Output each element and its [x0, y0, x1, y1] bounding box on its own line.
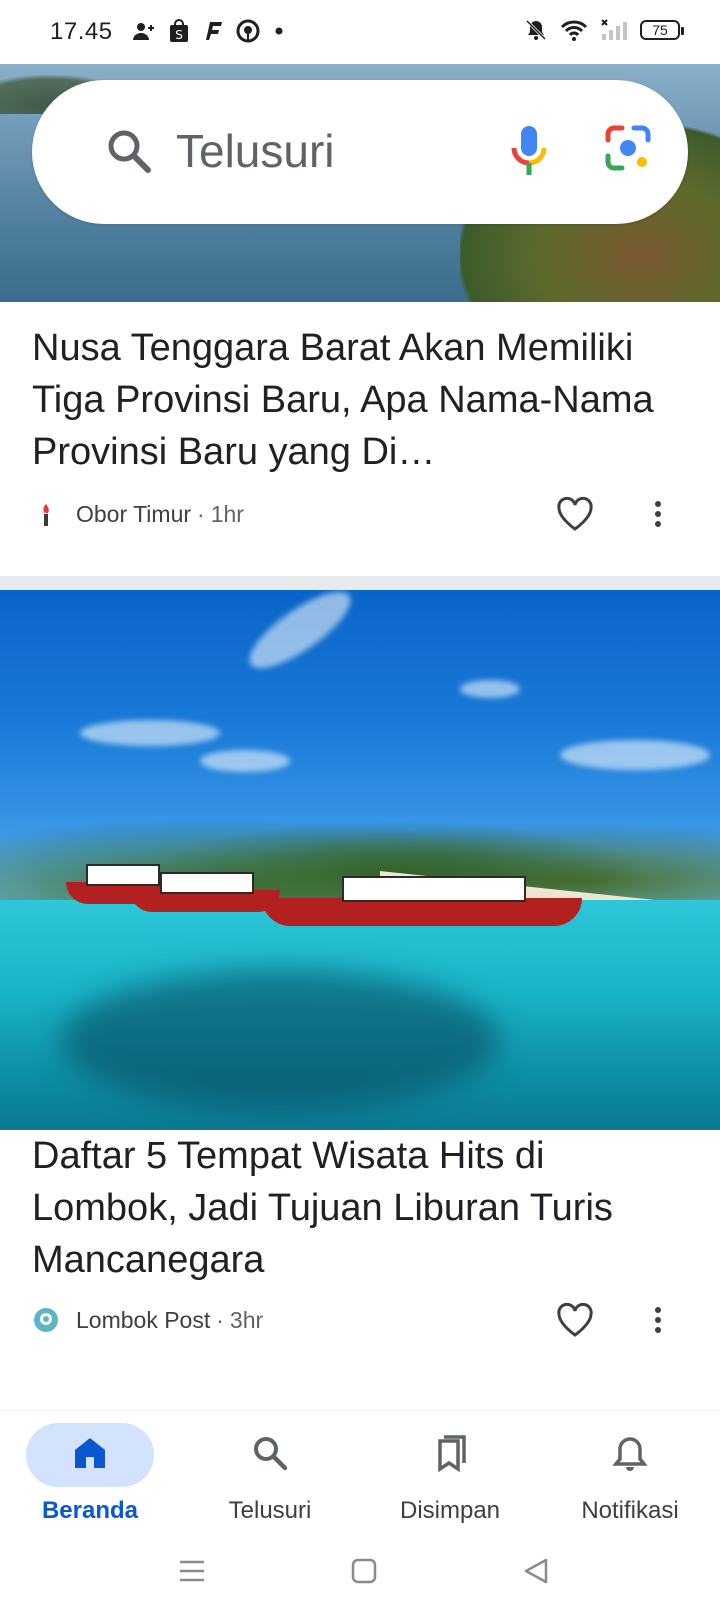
nav-notifikasi[interactable]: Notifikasi: [540, 1411, 720, 1537]
article-2-meta: Lombok Post · 3hr: [32, 1300, 692, 1340]
system-navigation-bar: [0, 1536, 720, 1612]
f-app-icon: [206, 22, 222, 40]
cloud: [460, 680, 520, 698]
nav-telusuri[interactable]: Telusuri: [180, 1411, 360, 1537]
battery-icon: 75: [640, 20, 684, 40]
nav-beranda[interactable]: Beranda: [0, 1411, 180, 1537]
boat: [262, 876, 582, 926]
card-divider: [0, 576, 720, 590]
menu-icon[interactable]: [178, 1556, 206, 1591]
cloud: [239, 590, 361, 681]
article-2-separator: ·: [216, 1306, 224, 1333]
svg-text:S: S: [175, 28, 183, 42]
cloud: [200, 750, 290, 772]
search-placeholder[interactable]: Telusuri: [176, 124, 335, 178]
home-icon: [72, 1435, 108, 1476]
search-bar[interactable]: Telusuri: [32, 80, 688, 224]
cloud: [560, 740, 710, 770]
nav-notifikasi-label: Notifikasi: [581, 1497, 679, 1524]
pinterest-icon: [236, 19, 260, 43]
wifi-icon: [560, 20, 588, 41]
article-1-time: 1hr: [210, 500, 244, 527]
signal-icon: [601, 19, 627, 40]
more-options-icon[interactable]: [652, 1304, 664, 1341]
hero-2-reef-shadow: [60, 970, 500, 1110]
article-2-source[interactable]: Lombok Post: [76, 1307, 210, 1334]
search-icon: [106, 128, 152, 179]
article-1-separator: ·: [197, 500, 205, 527]
more-options-icon[interactable]: [652, 498, 664, 535]
article-2-image[interactable]: [0, 590, 720, 1130]
shopee-icon: S: [170, 19, 188, 42]
article-2-time: 3hr: [229, 1306, 264, 1333]
nav-disimpan[interactable]: Disimpan: [360, 1411, 540, 1537]
lombok-post-logo: [34, 1308, 58, 1332]
nav-telusuri-label: Telusuri: [228, 1497, 312, 1524]
dot-icon: [275, 27, 283, 35]
lens-icon[interactable]: [604, 124, 652, 177]
status-time: 17.45: [50, 18, 113, 45]
boat: [130, 872, 280, 912]
bell-icon: [612, 1435, 648, 1478]
bottom-navigation: Beranda Telusuri Disimpan Notifikasi: [0, 1410, 720, 1537]
nav-beranda-label: Beranda: [41, 1497, 139, 1524]
article-1-meta: Obor Timur · 1hr: [32, 494, 692, 534]
status-bar: 17.45 S 75: [0, 0, 720, 64]
heart-icon[interactable]: [556, 1302, 594, 1343]
battery-level: 75: [652, 22, 668, 38]
heart-icon[interactable]: [556, 496, 594, 537]
saved-icon: [432, 1435, 468, 1478]
article-1-title[interactable]: Nusa Tenggara Barat Akan Memiliki Tiga P…: [32, 322, 696, 478]
mic-icon[interactable]: [510, 124, 548, 183]
nav-disimpan-label: Disimpan: [399, 1497, 501, 1524]
article-1-source[interactable]: Obor Timur: [76, 501, 191, 528]
status-system-icons: 75: [524, 18, 684, 42]
back-icon[interactable]: [522, 1556, 550, 1591]
home-square-icon[interactable]: [350, 1556, 378, 1591]
cloud: [80, 720, 220, 746]
mute-icon: [525, 19, 547, 41]
article-2-title[interactable]: Daftar 5 Tempat Wisata Hits di Lombok, J…: [32, 1130, 696, 1286]
person-add-icon: [133, 23, 154, 40]
status-notification-icons: S: [132, 19, 286, 43]
search-icon: [252, 1435, 288, 1476]
obor-timur-logo: [43, 504, 49, 526]
